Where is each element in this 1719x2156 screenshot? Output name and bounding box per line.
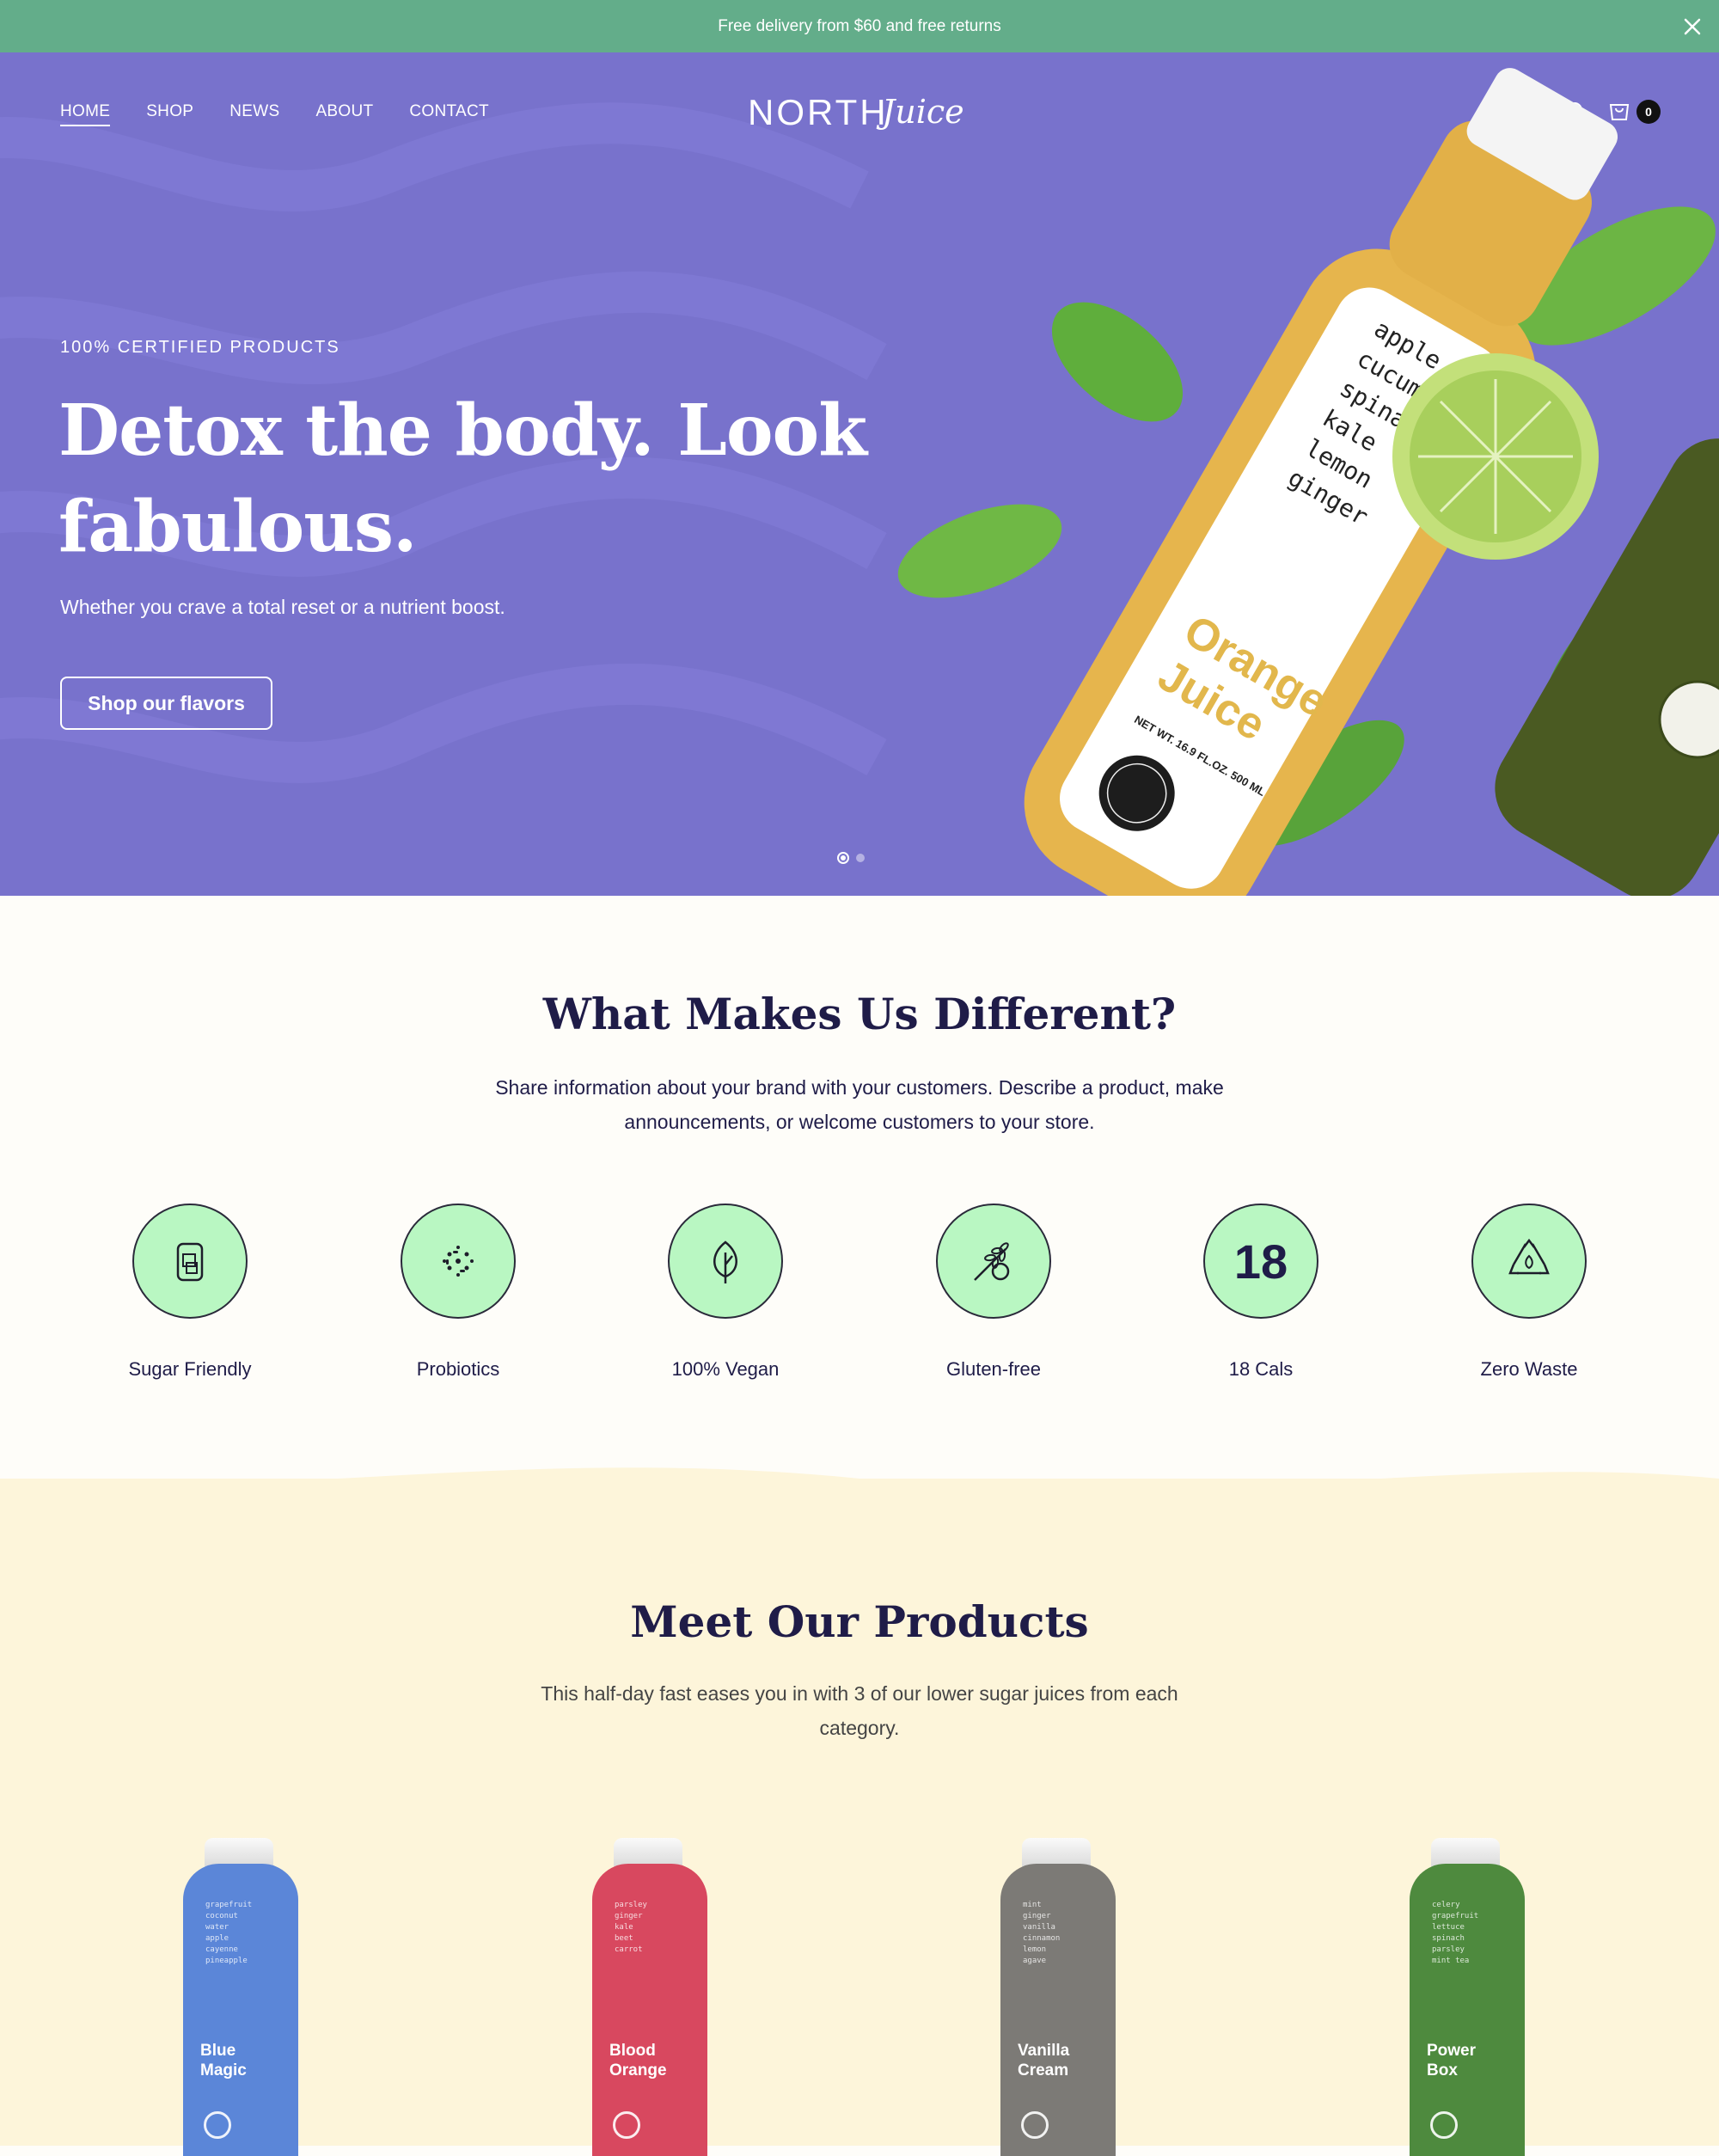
organic-seal-icon bbox=[613, 2111, 640, 2139]
leaf-shape bbox=[1051, 302, 1184, 422]
nav-about[interactable]: ABOUT bbox=[315, 102, 373, 126]
hero-eyebrow: 100% CERTIFIED PRODUCTS bbox=[60, 338, 340, 357]
product-ingredients: celery grapefruit lettuce spinach parsle… bbox=[1432, 1901, 1479, 1965]
feature-label: 18 Cals bbox=[1228, 1358, 1294, 1380]
product-name: Blue Magic bbox=[200, 2042, 247, 2079]
feature-label: Zero Waste bbox=[1480, 1358, 1578, 1380]
announcement-text: Free delivery from $60 and free returns bbox=[718, 16, 1001, 35]
recycle-icon bbox=[1508, 1238, 1550, 1275]
close-icon[interactable] bbox=[1679, 14, 1705, 40]
product-name: Blood Orange bbox=[609, 2042, 667, 2079]
nav-home[interactable]: HOME bbox=[60, 102, 111, 126]
nav-news[interactable]: NEWS bbox=[229, 102, 279, 126]
products-section: Meet Our Products This half-day fast eas… bbox=[0, 1467, 1719, 2156]
nav-contact[interactable]: CONTACT bbox=[409, 102, 489, 126]
feature-probiotics: Probiotics bbox=[355, 1204, 561, 1381]
feature-label: 100% Vegan bbox=[671, 1358, 780, 1380]
slider-dots bbox=[837, 852, 865, 864]
feature-18-cals: 18 18 Cals bbox=[1158, 1204, 1364, 1381]
slide-dot-2[interactable] bbox=[856, 854, 865, 862]
nav-shop[interactable]: SHOP bbox=[146, 102, 193, 126]
product-card-vanilla-cream[interactable]: mint ginger vanilla cinnamon lemon agave… bbox=[994, 1838, 1131, 2156]
calories-number: 18 bbox=[1233, 1234, 1288, 1289]
section-wave-divider bbox=[0, 1467, 1719, 1504]
wheat-icon bbox=[974, 1242, 1010, 1281]
hero-juice-bottle-image: apple cucumber spinach kale lemon ginger… bbox=[897, 68, 1719, 896]
different-title: What Makes Us Different? bbox=[542, 989, 1177, 1039]
feature-gluten-free: Gluten-free bbox=[890, 1204, 1097, 1381]
product-name: Vanilla Cream bbox=[1018, 2042, 1070, 2079]
organic-seal-icon bbox=[1430, 2111, 1458, 2139]
feature-label: Gluten-free bbox=[945, 1358, 1042, 1380]
feature-zero-waste: Zero Waste bbox=[1426, 1204, 1632, 1381]
organic-seal-icon bbox=[204, 2111, 231, 2139]
feature-label: Probiotics bbox=[416, 1358, 500, 1380]
product-ingredients: parsley ginger kale beet carrot bbox=[615, 1901, 647, 1954]
product-card-power-box[interactable]: celery grapefruit lettuce spinach parsle… bbox=[1403, 1838, 1540, 2156]
feature-vegan: 100% Vegan bbox=[622, 1204, 829, 1381]
product-ingredients: grapefruit coconut water apple cayenne p… bbox=[205, 1901, 253, 1965]
main-nav: HOME SHOP NEWS ABOUT CONTACT bbox=[60, 102, 525, 126]
hero-banner: HOME SHOP NEWS ABOUT CONTACT NORTH Juice… bbox=[0, 52, 1719, 896]
product-name: Power Box bbox=[1427, 2042, 1477, 2079]
hero-headline: Detox the body. Look fabulous. bbox=[58, 389, 867, 568]
announcement-bar: Free delivery from $60 and free returns bbox=[0, 0, 1719, 52]
product-card-blood-orange[interactable]: parsley ginger kale beet carrot Blood Or… bbox=[585, 1838, 723, 2156]
products-title: Meet Our Products bbox=[630, 1596, 1089, 1647]
product-card-blue-magic[interactable]: grapefruit coconut water apple cayenne p… bbox=[176, 1838, 314, 2156]
leaf-icon bbox=[713, 1240, 737, 1283]
hero-subtitle: Whether you crave a total reset or a nut… bbox=[60, 596, 505, 618]
products-description: This half-day fast eases you in with 3 o… bbox=[541, 1682, 1178, 1739]
sugar-cubes-icon bbox=[176, 1242, 204, 1282]
slide-dot-1[interactable] bbox=[837, 852, 849, 864]
organic-seal-icon bbox=[1021, 2111, 1049, 2139]
probiotics-icon bbox=[443, 1246, 474, 1277]
feature-label: Sugar Friendly bbox=[128, 1358, 252, 1380]
shop-flavors-button[interactable]: Shop our flavors bbox=[60, 677, 272, 730]
different-description: Share information about your brand with … bbox=[495, 1076, 1224, 1133]
product-ingredients: mint ginger vanilla cinnamon lemon agave bbox=[1023, 1901, 1061, 1965]
feature-sugar-friendly: Sugar Friendly bbox=[87, 1204, 293, 1381]
